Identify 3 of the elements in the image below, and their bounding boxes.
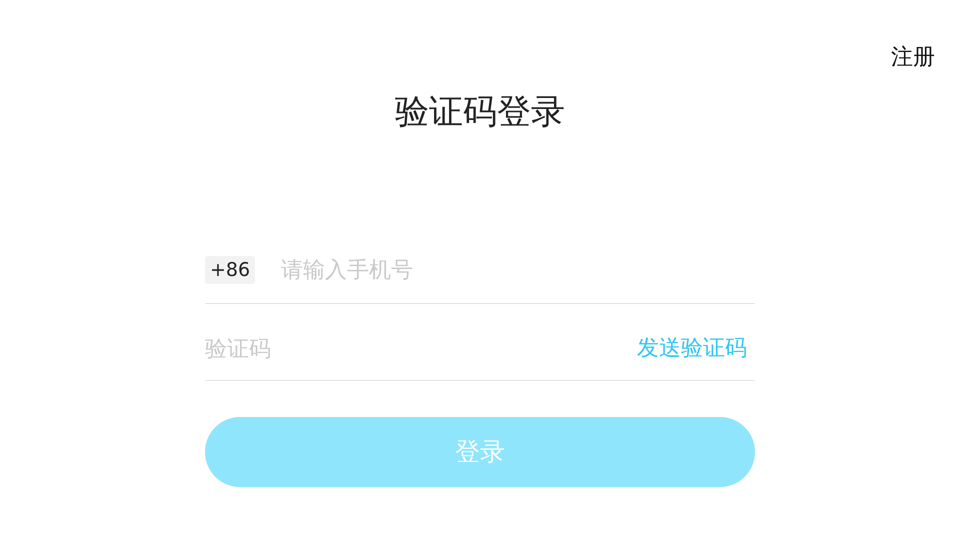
page-title: 验证码登录 [395, 91, 565, 134]
register-link[interactable]: 注册 [891, 43, 935, 73]
country-code[interactable]: +86 [205, 256, 256, 284]
